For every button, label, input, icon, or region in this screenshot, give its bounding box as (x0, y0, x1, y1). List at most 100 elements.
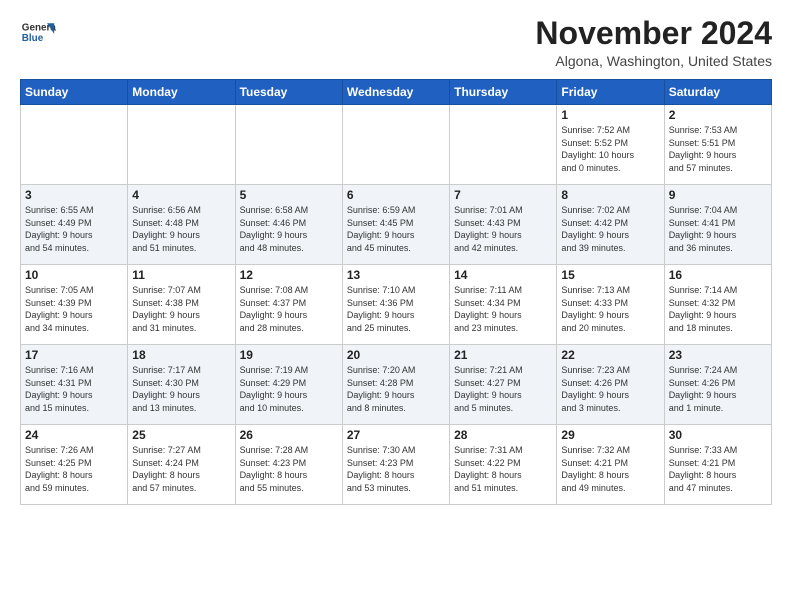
day-info: Sunrise: 7:02 AM Sunset: 4:42 PM Dayligh… (561, 204, 659, 254)
day-info: Sunrise: 7:01 AM Sunset: 4:43 PM Dayligh… (454, 204, 552, 254)
day-info: Sunrise: 7:23 AM Sunset: 4:26 PM Dayligh… (561, 364, 659, 414)
day-cell: 27 Sunrise: 7:30 AM Sunset: 4:23 PM Dayli… (342, 425, 449, 505)
day-cell: 25 Sunrise: 7:27 AM Sunset: 4:24 PM Dayli… (128, 425, 235, 505)
day-number: 10 (25, 268, 123, 282)
day-number: 17 (25, 348, 123, 362)
day-cell: 18 Sunrise: 7:17 AM Sunset: 4:30 PM Dayli… (128, 345, 235, 425)
day-number: 5 (240, 188, 338, 202)
day-cell: 21Sunrise: 7:21 AM Sunset: 4:27 PM Dayli… (450, 345, 557, 425)
day-cell: 5 Sunrise: 6:58 AM Sunset: 4:46 PM Daylig… (235, 185, 342, 265)
day-cell: 3 Sunrise: 6:55 AM Sunset: 4:49 PM Daylig… (21, 185, 128, 265)
day-cell: 1 Sunrise: 7:52 AM Sunset: 5:52 PM Daylig… (557, 105, 664, 185)
day-cell: 17 Sunrise: 7:16 AM Sunset: 4:31 PM Dayli… (21, 345, 128, 425)
day-info: Sunrise: 7:53 AM Sunset: 5:51 PM Dayligh… (669, 124, 767, 174)
month-year-title: November 2024 (535, 16, 772, 51)
calendar-header-row: SundayMondayTuesdayWednesdayThursdayFrid… (21, 80, 772, 105)
day-number: 16 (669, 268, 767, 282)
day-number: 25 (132, 428, 230, 442)
day-number: 29 (561, 428, 659, 442)
day-number: 14 (454, 268, 552, 282)
day-cell: 8Sunrise: 7:02 AM Sunset: 4:42 PM Daylig… (557, 185, 664, 265)
day-info: Sunrise: 7:16 AM Sunset: 4:31 PM Dayligh… (25, 364, 123, 414)
day-cell: 16 Sunrise: 7:14 AM Sunset: 4:32 PM Dayli… (664, 265, 771, 345)
day-number: 11 (132, 268, 230, 282)
day-number: 9 (669, 188, 767, 202)
day-info: Sunrise: 7:11 AM Sunset: 4:34 PM Dayligh… (454, 284, 552, 334)
day-number: 30 (669, 428, 767, 442)
logo: General Blue (20, 16, 56, 52)
day-info: Sunrise: 7:30 AM Sunset: 4:23 PM Dayligh… (347, 444, 445, 494)
header: General Blue November 2024 Algona, Washi… (20, 16, 772, 69)
calendar-table: SundayMondayTuesdayWednesdayThursdayFrid… (20, 79, 772, 505)
day-info: Sunrise: 6:55 AM Sunset: 4:49 PM Dayligh… (25, 204, 123, 254)
day-cell (128, 105, 235, 185)
day-cell: 29 Sunrise: 7:32 AM Sunset: 4:21 PM Dayli… (557, 425, 664, 505)
day-cell: 26 Sunrise: 7:28 AM Sunset: 4:23 PM Dayli… (235, 425, 342, 505)
day-number: 4 (132, 188, 230, 202)
day-info: Sunrise: 7:10 AM Sunset: 4:36 PM Dayligh… (347, 284, 445, 334)
day-number: 23 (669, 348, 767, 362)
day-cell (21, 105, 128, 185)
day-number: 1 (561, 108, 659, 122)
column-header-monday: Monday (128, 80, 235, 105)
week-row-3: 10 Sunrise: 7:05 AM Sunset: 4:39 PM Dayli… (21, 265, 772, 345)
day-info: Sunrise: 7:19 AM Sunset: 4:29 PM Dayligh… (240, 364, 338, 414)
day-number: 22 (561, 348, 659, 362)
day-cell: 11 Sunrise: 7:07 AM Sunset: 4:38 PM Dayli… (128, 265, 235, 345)
day-info: Sunrise: 7:08 AM Sunset: 4:37 PM Dayligh… (240, 284, 338, 334)
logo-icon: General Blue (20, 16, 56, 52)
svg-text:Blue: Blue (22, 33, 44, 44)
day-cell (235, 105, 342, 185)
day-info: Sunrise: 6:56 AM Sunset: 4:48 PM Dayligh… (132, 204, 230, 254)
day-number: 18 (132, 348, 230, 362)
day-number: 19 (240, 348, 338, 362)
day-cell: 2Sunrise: 7:53 AM Sunset: 5:51 PM Daylig… (664, 105, 771, 185)
column-header-thursday: Thursday (450, 80, 557, 105)
day-number: 26 (240, 428, 338, 442)
day-number: 12 (240, 268, 338, 282)
day-number: 6 (347, 188, 445, 202)
column-header-wednesday: Wednesday (342, 80, 449, 105)
day-number: 20 (347, 348, 445, 362)
day-info: Sunrise: 7:32 AM Sunset: 4:21 PM Dayligh… (561, 444, 659, 494)
day-info: Sunrise: 7:07 AM Sunset: 4:38 PM Dayligh… (132, 284, 230, 334)
day-cell: 23Sunrise: 7:24 AM Sunset: 4:26 PM Dayli… (664, 345, 771, 425)
week-row-4: 17 Sunrise: 7:16 AM Sunset: 4:31 PM Dayli… (21, 345, 772, 425)
day-cell: 7 Sunrise: 7:01 AM Sunset: 4:43 PM Daylig… (450, 185, 557, 265)
day-info: Sunrise: 7:52 AM Sunset: 5:52 PM Dayligh… (561, 124, 659, 174)
day-info: Sunrise: 7:05 AM Sunset: 4:39 PM Dayligh… (25, 284, 123, 334)
day-info: Sunrise: 7:26 AM Sunset: 4:25 PM Dayligh… (25, 444, 123, 494)
title-block: November 2024 Algona, Washington, United… (535, 16, 772, 69)
day-cell: 6 Sunrise: 6:59 AM Sunset: 4:45 PM Daylig… (342, 185, 449, 265)
day-info: Sunrise: 7:20 AM Sunset: 4:28 PM Dayligh… (347, 364, 445, 414)
day-info: Sunrise: 7:04 AM Sunset: 4:41 PM Dayligh… (669, 204, 767, 254)
day-cell: 28Sunrise: 7:31 AM Sunset: 4:22 PM Dayli… (450, 425, 557, 505)
day-info: Sunrise: 7:14 AM Sunset: 4:32 PM Dayligh… (669, 284, 767, 334)
day-cell: 10 Sunrise: 7:05 AM Sunset: 4:39 PM Dayli… (21, 265, 128, 345)
day-info: Sunrise: 7:17 AM Sunset: 4:30 PM Dayligh… (132, 364, 230, 414)
day-number: 24 (25, 428, 123, 442)
day-cell (450, 105, 557, 185)
day-number: 28 (454, 428, 552, 442)
day-cell: 19 Sunrise: 7:19 AM Sunset: 4:29 PM Dayli… (235, 345, 342, 425)
day-cell: 22 Sunrise: 7:23 AM Sunset: 4:26 PM Dayli… (557, 345, 664, 425)
day-info: Sunrise: 6:58 AM Sunset: 4:46 PM Dayligh… (240, 204, 338, 254)
day-info: Sunrise: 7:28 AM Sunset: 4:23 PM Dayligh… (240, 444, 338, 494)
day-cell: 15Sunrise: 7:13 AM Sunset: 4:33 PM Dayli… (557, 265, 664, 345)
location-subtitle: Algona, Washington, United States (535, 53, 772, 69)
day-cell: 20 Sunrise: 7:20 AM Sunset: 4:28 PM Dayli… (342, 345, 449, 425)
day-info: Sunrise: 7:21 AM Sunset: 4:27 PM Dayligh… (454, 364, 552, 414)
day-number: 3 (25, 188, 123, 202)
day-cell: 4 Sunrise: 6:56 AM Sunset: 4:48 PM Daylig… (128, 185, 235, 265)
day-cell (342, 105, 449, 185)
day-number: 7 (454, 188, 552, 202)
day-info: Sunrise: 6:59 AM Sunset: 4:45 PM Dayligh… (347, 204, 445, 254)
day-number: 27 (347, 428, 445, 442)
day-info: Sunrise: 7:27 AM Sunset: 4:24 PM Dayligh… (132, 444, 230, 494)
column-header-tuesday: Tuesday (235, 80, 342, 105)
day-number: 13 (347, 268, 445, 282)
column-header-friday: Friday (557, 80, 664, 105)
day-cell: 9 Sunrise: 7:04 AM Sunset: 4:41 PM Daylig… (664, 185, 771, 265)
day-info: Sunrise: 7:33 AM Sunset: 4:21 PM Dayligh… (669, 444, 767, 494)
day-cell: 14 Sunrise: 7:11 AM Sunset: 4:34 PM Dayli… (450, 265, 557, 345)
